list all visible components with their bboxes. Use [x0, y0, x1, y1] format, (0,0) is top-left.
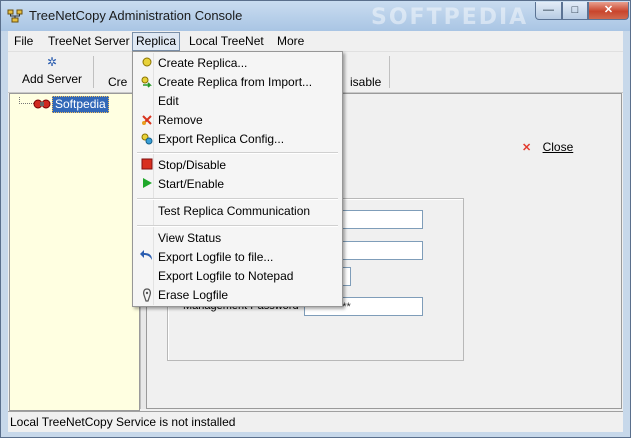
close-window-button[interactable]: ✕	[588, 2, 629, 20]
menu-item-test-replica-communication[interactable]: Test Replica Communication	[135, 202, 340, 221]
menu-item-label: Edit	[158, 94, 179, 108]
import-replica-icon	[139, 75, 155, 90]
close-label: Close	[542, 140, 574, 154]
menu-replica[interactable]: Replica	[132, 32, 181, 51]
menu-item-edit[interactable]: Edit	[135, 92, 340, 111]
disable-label: isable	[350, 75, 382, 89]
menu-item-create-replica-from-import[interactable]: Create Replica from Import...	[135, 73, 340, 92]
menu-item-label: Stop/Disable	[158, 158, 227, 172]
tree-connector	[19, 103, 34, 104]
title-bar[interactable]: TreeNetCopy Administration Console SOFTP…	[1, 1, 630, 31]
menu-item-export-logfile-to-file[interactable]: Export Logfile to file...	[135, 248, 340, 267]
server-node-icon	[33, 99, 51, 109]
toolbar-separator	[389, 56, 390, 88]
toolbar-separator	[93, 56, 94, 88]
menu-item-label: Start/Enable	[158, 177, 225, 191]
menu-item-start-enable[interactable]: Start/Enable	[135, 175, 340, 194]
remove-icon	[139, 113, 155, 128]
add-server-label: Add Server	[22, 72, 83, 86]
close-panel-button[interactable]: ✕ Close	[522, 140, 573, 154]
stop-icon	[139, 158, 155, 173]
replica-menu-dropdown: Create Replica... Create Replica from Im…	[132, 51, 343, 307]
close-icon: ✕	[522, 142, 532, 154]
create-replica-icon	[139, 56, 155, 71]
watermark: SOFTPEDIA	[371, 5, 529, 30]
add-server-icon: ✲	[46, 55, 58, 69]
menu-item-export-replica-config[interactable]: Export Replica Config...	[135, 130, 340, 149]
menu-separator	[137, 198, 338, 200]
minimize-button[interactable]: —	[535, 2, 562, 20]
menu-item-label: Export Logfile to Notepad	[158, 269, 294, 283]
tree-item-softpedia[interactable]: Softpedia	[52, 96, 109, 113]
maximize-button[interactable]: □	[562, 2, 588, 20]
status-text: Local TreeNetCopy Service is not install…	[10, 415, 236, 429]
app-window: TreeNetCopy Administration Console SOFTP…	[0, 0, 631, 438]
app-icon	[7, 9, 23, 23]
menu-item-label: Export Logfile to file...	[158, 250, 274, 264]
menu-item-label: View Status	[158, 231, 222, 245]
menu-separator	[137, 152, 338, 154]
menu-file[interactable]: File	[11, 33, 36, 49]
menu-item-remove[interactable]: Remove	[135, 111, 340, 130]
menu-item-label: Test Replica Communication	[158, 204, 311, 218]
menu-item-stop-disable[interactable]: Stop/Disable	[135, 156, 340, 175]
disable-button[interactable]: isable	[350, 55, 390, 89]
menu-bar: File TreeNet Server Replica Local TreeNe…	[8, 31, 623, 52]
export-config-icon	[139, 132, 155, 147]
menu-item-label: Create Replica...	[158, 56, 248, 70]
menu-item-label: Erase Logfile	[158, 288, 229, 302]
menu-item-create-replica[interactable]: Create Replica...	[135, 54, 340, 73]
menu-treenet-server[interactable]: TreeNet Server	[45, 33, 133, 49]
menu-item-label: Remove	[158, 113, 203, 127]
window-title: TreeNetCopy Administration Console	[29, 8, 243, 23]
menu-item-label: Export Replica Config...	[158, 132, 285, 146]
status-bar: Local TreeNetCopy Service is not install…	[8, 411, 623, 432]
add-server-button[interactable]: ✲ Add Server	[22, 55, 82, 89]
menu-more[interactable]: More	[274, 33, 307, 49]
menu-item-export-logfile-to-notepad[interactable]: Export Logfile to Notepad	[135, 267, 340, 286]
server-tree: Softpedia	[9, 93, 140, 411]
menu-separator	[137, 225, 338, 227]
menu-item-erase-logfile[interactable]: Erase Logfile	[135, 286, 340, 305]
menu-item-view-status[interactable]: View Status	[135, 229, 340, 248]
menu-item-label: Create Replica from Import...	[158, 75, 313, 89]
start-icon	[139, 177, 155, 192]
menu-local-treenet[interactable]: Local TreeNet	[186, 33, 267, 49]
export-logfile-icon	[139, 250, 155, 265]
erase-icon	[139, 288, 155, 303]
